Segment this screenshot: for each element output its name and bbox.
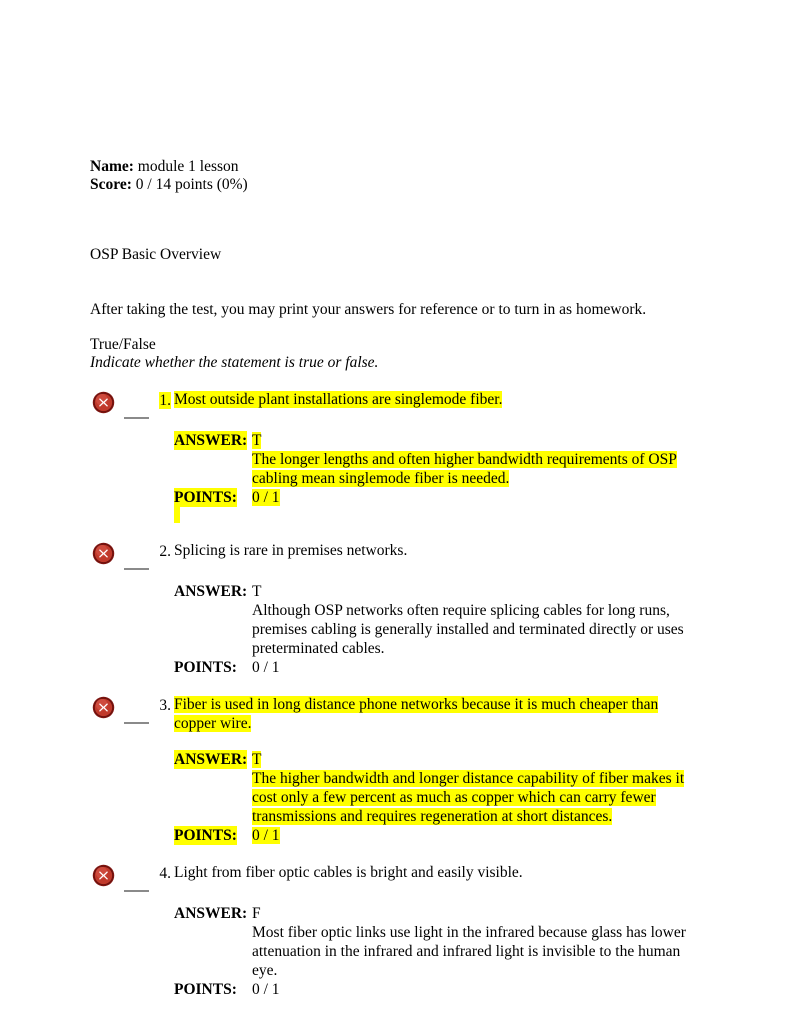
answer-value-cell: T <box>252 432 262 449</box>
document-content: Name: module 1 lesson Score: 0 / 14 poin… <box>90 158 702 999</box>
document-page: Name: module 1 lesson Score: 0 / 14 poin… <box>0 0 791 1024</box>
points-label-cell: POINTS: <box>174 488 237 507</box>
points-value-cell: 0 / 1 <box>252 659 280 676</box>
answer-explanation: Although OSP networks often require spli… <box>252 602 684 657</box>
name-label: Name: <box>90 158 134 175</box>
points-row: POINTS: 0 / 1 <box>174 658 702 677</box>
answer-value-cell: T <box>252 751 262 768</box>
question-item: 2. Splicing is rare in premises networks… <box>90 541 702 677</box>
question-statement: Fiber is used in long distance phone net… <box>174 695 702 733</box>
name-line: Name: module 1 lesson <box>90 158 702 176</box>
trailing-highlight-mark <box>174 507 180 523</box>
score-value: 0 / 14 points (0%) <box>131 176 248 193</box>
points-value-cell: 0 / 1 <box>252 489 280 506</box>
points-row: POINTS: 0 / 1 <box>174 980 702 999</box>
question-status: 2. <box>92 542 171 576</box>
question-detail: ANSWER: T The longer lengths and often h… <box>174 431 702 523</box>
section-instruction: Indicate whether the statement is true o… <box>90 354 379 371</box>
question-row: 1. Most outside plant installations are … <box>90 390 702 419</box>
page-title: OSP Basic Overview <box>90 246 222 263</box>
question-text: Most outside plant installations are sin… <box>174 391 503 408</box>
question-statement: Light from fiber optic cables is bright … <box>174 863 702 882</box>
question-status: 3. <box>92 696 171 730</box>
answer-explanation: Most fiber optic links use light in the … <box>252 924 686 979</box>
question-statement: Most outside plant installations are sin… <box>174 390 702 409</box>
incorrect-x-icon <box>92 391 115 414</box>
answer-row: ANSWER: F <box>174 904 702 923</box>
points-value-cell: 0 / 1 <box>252 827 280 844</box>
answer-blank-line <box>124 722 149 724</box>
question-text: Light from fiber optic cables is bright … <box>174 864 523 881</box>
points-label-cell: POINTS: <box>174 826 237 845</box>
question-number-wrap: 3. <box>149 696 171 715</box>
question-number: 3. <box>159 697 171 714</box>
answer-value-cell: T <box>252 583 262 600</box>
answer-row: ANSWER: T <box>174 431 702 450</box>
answer-explanation: The higher bandwidth and longer distance… <box>252 770 685 825</box>
section-type-label: True/False <box>90 336 156 353</box>
score-line: Score: 0 / 14 points (0%) <box>90 176 702 194</box>
name-value: module 1 lesson <box>133 158 239 175</box>
question-number-wrap: 4. <box>149 864 171 883</box>
answer-label-cell: ANSWER: <box>174 583 248 600</box>
intro-paragraph: After taking the test, you may print you… <box>90 301 647 318</box>
answer-blank-line <box>124 890 149 892</box>
question-text: Splicing is rare in premises networks. <box>174 542 408 559</box>
score-label: Score: <box>90 176 132 193</box>
question-number: 2. <box>159 543 171 560</box>
points-value-cell: 0 / 1 <box>252 981 280 998</box>
question-statement: Splicing is rare in premises networks. <box>174 541 702 560</box>
points-row: POINTS: 0 / 1 <box>174 488 702 507</box>
question-detail: ANSWER: F Most fiber optic links use lig… <box>174 904 702 999</box>
incorrect-x-icon <box>92 542 115 565</box>
question-status: 1. <box>92 391 171 425</box>
incorrect-x-icon <box>92 864 115 887</box>
question-number-wrap: 1. <box>149 391 171 410</box>
question-item: 4. Light from fiber optic cables is brig… <box>90 863 702 999</box>
answer-value-cell: F <box>252 905 261 922</box>
question-item: 3. Fiber is used in long distance phone … <box>90 695 702 845</box>
question-row: 4. Light from fiber optic cables is brig… <box>90 863 702 892</box>
question-row: 2. Splicing is rare in premises networks… <box>90 541 702 570</box>
incorrect-x-icon <box>92 696 115 719</box>
points-row: POINTS: 0 / 1 <box>174 826 702 845</box>
answer-label-cell: ANSWER: <box>174 750 248 769</box>
question-item: 1. Most outside plant installations are … <box>90 390 702 523</box>
question-number: 1. <box>159 392 171 409</box>
answer-label-cell: ANSWER: <box>174 905 248 922</box>
answer-blank-line <box>124 417 149 419</box>
question-number-wrap: 2. <box>149 542 171 561</box>
question-detail: ANSWER: T Although OSP networks often re… <box>174 582 702 677</box>
question-number: 4. <box>159 865 171 882</box>
answer-label-cell: ANSWER: <box>174 431 248 450</box>
points-label-cell: POINTS: <box>174 659 237 676</box>
answer-row: ANSWER: T <box>174 750 702 769</box>
question-text: Fiber is used in long distance phone net… <box>174 696 659 732</box>
question-list: 1. Most outside plant installations are … <box>90 390 702 999</box>
question-detail: ANSWER: T The higher bandwidth and longe… <box>174 750 702 845</box>
answer-blank-line <box>124 568 149 570</box>
question-row: 3. Fiber is used in long distance phone … <box>90 695 702 733</box>
answer-explanation: The longer lengths and often higher band… <box>252 451 677 487</box>
question-status: 4. <box>92 864 171 898</box>
points-label-cell: POINTS: <box>174 981 237 998</box>
answer-row: ANSWER: T <box>174 582 702 601</box>
